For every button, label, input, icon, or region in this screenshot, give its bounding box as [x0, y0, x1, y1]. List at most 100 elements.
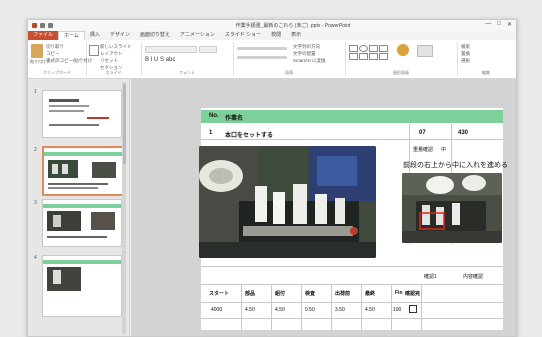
step-text: 本口をセットする — [225, 133, 274, 139]
tab-review[interactable]: 校閲 — [266, 31, 286, 40]
rectangle-shape-icon[interactable] — [349, 45, 358, 52]
header-title: 作業名 — [225, 116, 244, 122]
save-icon[interactable] — [32, 23, 37, 28]
step-number: 1 — [209, 130, 213, 136]
note-right: 内容確認 — [463, 274, 484, 280]
thumb-number-3: 3 — [34, 200, 37, 206]
header-no: No. — [209, 113, 219, 119]
assembly-photo-left[interactable] — [199, 146, 376, 258]
ribbon-home: 貼り付け 切り取り コピー 書式のコピー/貼り付け クリップボード 新しいスライ… — [28, 40, 516, 79]
arrow-shape-icon[interactable] — [379, 45, 388, 52]
slides-group: 新しいスライド レイアウト リセット セクション スライド — [86, 42, 142, 76]
drawing-group-label: 図形描画 — [393, 70, 409, 75]
tab-transitions[interactable]: 画面切り替え — [135, 31, 175, 40]
value-b: 430 — [458, 130, 469, 136]
font-group: B I U S abc フォント — [141, 42, 234, 76]
table-value-1: 4.50 — [245, 307, 255, 313]
callout-shape-icon[interactable] — [379, 53, 388, 60]
confirm-checkbox[interactable] — [409, 305, 417, 313]
minimize-button[interactable]: — — [485, 21, 491, 28]
cut-button[interactable]: 切り取り — [46, 44, 64, 50]
font-format-buttons[interactable]: B I U S abc — [145, 57, 175, 63]
tab-slideshow[interactable]: スライド ショー — [220, 31, 266, 40]
editing-group-label: 編集 — [482, 70, 490, 75]
table-header-2: 組付 — [275, 291, 286, 297]
paragraph-group-label: 段落 — [285, 70, 293, 75]
paragraph-group: 文字列の方向 文字の配置 SmartArt に変換 段落 — [233, 42, 346, 76]
tab-insert[interactable]: 挿入 — [85, 31, 105, 40]
star-shape-icon[interactable] — [369, 53, 378, 60]
table-value-2: 4.50 — [275, 307, 285, 313]
table-header-7: 確認完 — [405, 291, 421, 297]
align-text-button[interactable]: 文字の配置 — [293, 51, 316, 57]
table-value-0: 4000 — [211, 307, 223, 313]
maximize-button[interactable]: □ — [497, 21, 501, 28]
slide-editing-area: No. 作業名 1 本口をセットする 07 430 重量確認 中 前段の右上から… — [131, 79, 516, 336]
title-bar: 作業手順書_最新のこれら (未ご) .pptx - PowerPoint — □… — [28, 20, 516, 31]
table-value-4: 3.50 — [335, 307, 345, 313]
copy-button[interactable]: コピー — [46, 51, 60, 57]
triangle-shape-icon[interactable] — [349, 53, 358, 60]
clipboard-group: 貼り付け 切り取り コピー 書式のコピー/貼り付け クリップボード — [28, 42, 92, 76]
table-value-6: 100 — [393, 307, 402, 313]
slide-thumbnail-pane: 1 2 3 4 — [28, 79, 130, 336]
current-slide[interactable]: No. 作業名 1 本口をセットする 07 430 重量確認 中 前段の右上から… — [199, 108, 508, 330]
clipboard-group-label: クリップボード — [43, 70, 71, 75]
redo-icon[interactable] — [48, 23, 53, 28]
table-value-3: 0.50 — [305, 307, 315, 313]
powerpoint-window: 作業手順書_最新のこれら (未ご) .pptx - PowerPoint — □… — [27, 19, 517, 337]
reset-button[interactable]: リセット — [100, 58, 118, 64]
slide-thumbnail-1[interactable] — [42, 90, 122, 138]
label-b: 中 — [441, 147, 447, 153]
slides-group-label: スライド — [105, 70, 122, 75]
label-a: 重量確認 — [413, 147, 434, 153]
assembly-photo-right-graphic — [402, 173, 502, 243]
rounded-shape-icon[interactable] — [369, 45, 378, 52]
font-name-dropdown[interactable] — [145, 46, 197, 53]
layout-button[interactable]: レイアウト — [100, 51, 123, 57]
arrange-icon[interactable] — [397, 44, 409, 56]
paste-icon[interactable] — [31, 44, 43, 58]
font-group-label: フォント — [179, 70, 195, 75]
undo-icon[interactable] — [40, 23, 45, 28]
paste-label[interactable]: 貼り付け — [30, 59, 46, 65]
thumbnail-scroll-thumb[interactable] — [123, 84, 126, 164]
table-header-4: 出荷前 — [335, 291, 351, 297]
line-shape-icon[interactable] — [359, 53, 368, 60]
quick-styles-icon[interactable] — [417, 45, 433, 57]
right-caption: 前段の右上から中に入れを進める — [403, 162, 508, 169]
slide-thumbnail-2[interactable] — [42, 146, 124, 196]
new-slide-button[interactable]: 新しいスライド — [100, 44, 132, 50]
tab-file[interactable]: ファイル — [28, 31, 59, 40]
replace-button[interactable]: 置換 — [461, 51, 470, 57]
thumb-number-1: 1 — [34, 89, 37, 95]
slide-thumbnail-4[interactable] — [42, 255, 122, 317]
note-left: 確認1 — [424, 274, 437, 280]
table-header-0: スタート — [209, 291, 230, 297]
tab-home[interactable]: ホーム — [58, 30, 85, 41]
slide-thumbnail-3[interactable] — [42, 199, 122, 247]
editing-group: 検索 置換 選択 編集 — [457, 42, 515, 76]
drawing-group: 図形描画 — [345, 42, 458, 76]
assembly-photo-right[interactable] — [402, 173, 502, 243]
smartart-button[interactable]: SmartArt に変換 — [293, 58, 326, 64]
slide-header-bar — [201, 110, 503, 123]
align-buttons[interactable] — [237, 56, 287, 59]
value-a: 07 — [419, 130, 426, 136]
table-header-5: 最終 — [365, 291, 376, 297]
find-button[interactable]: 検索 — [461, 44, 470, 50]
text-direction-button[interactable]: 文字列の方向 — [293, 44, 320, 50]
tab-design[interactable]: デザイン — [105, 31, 135, 40]
close-button[interactable]: ✕ — [507, 21, 512, 28]
list-buttons[interactable] — [237, 47, 287, 50]
select-button[interactable]: 選択 — [461, 58, 470, 64]
window-title: 作業手順書_最新のこれら (未ご) .pptx - PowerPoint — [235, 23, 351, 29]
quick-access-toolbar — [28, 23, 53, 28]
font-size-dropdown[interactable] — [199, 46, 217, 53]
oval-shape-icon[interactable] — [359, 45, 368, 52]
tab-animations[interactable]: アニメーション — [175, 31, 220, 40]
new-slide-icon[interactable] — [89, 45, 99, 56]
table-header-1: 部品 — [245, 291, 256, 297]
tab-view[interactable]: 表示 — [286, 31, 306, 40]
thumb-number-4: 4 — [34, 255, 37, 261]
